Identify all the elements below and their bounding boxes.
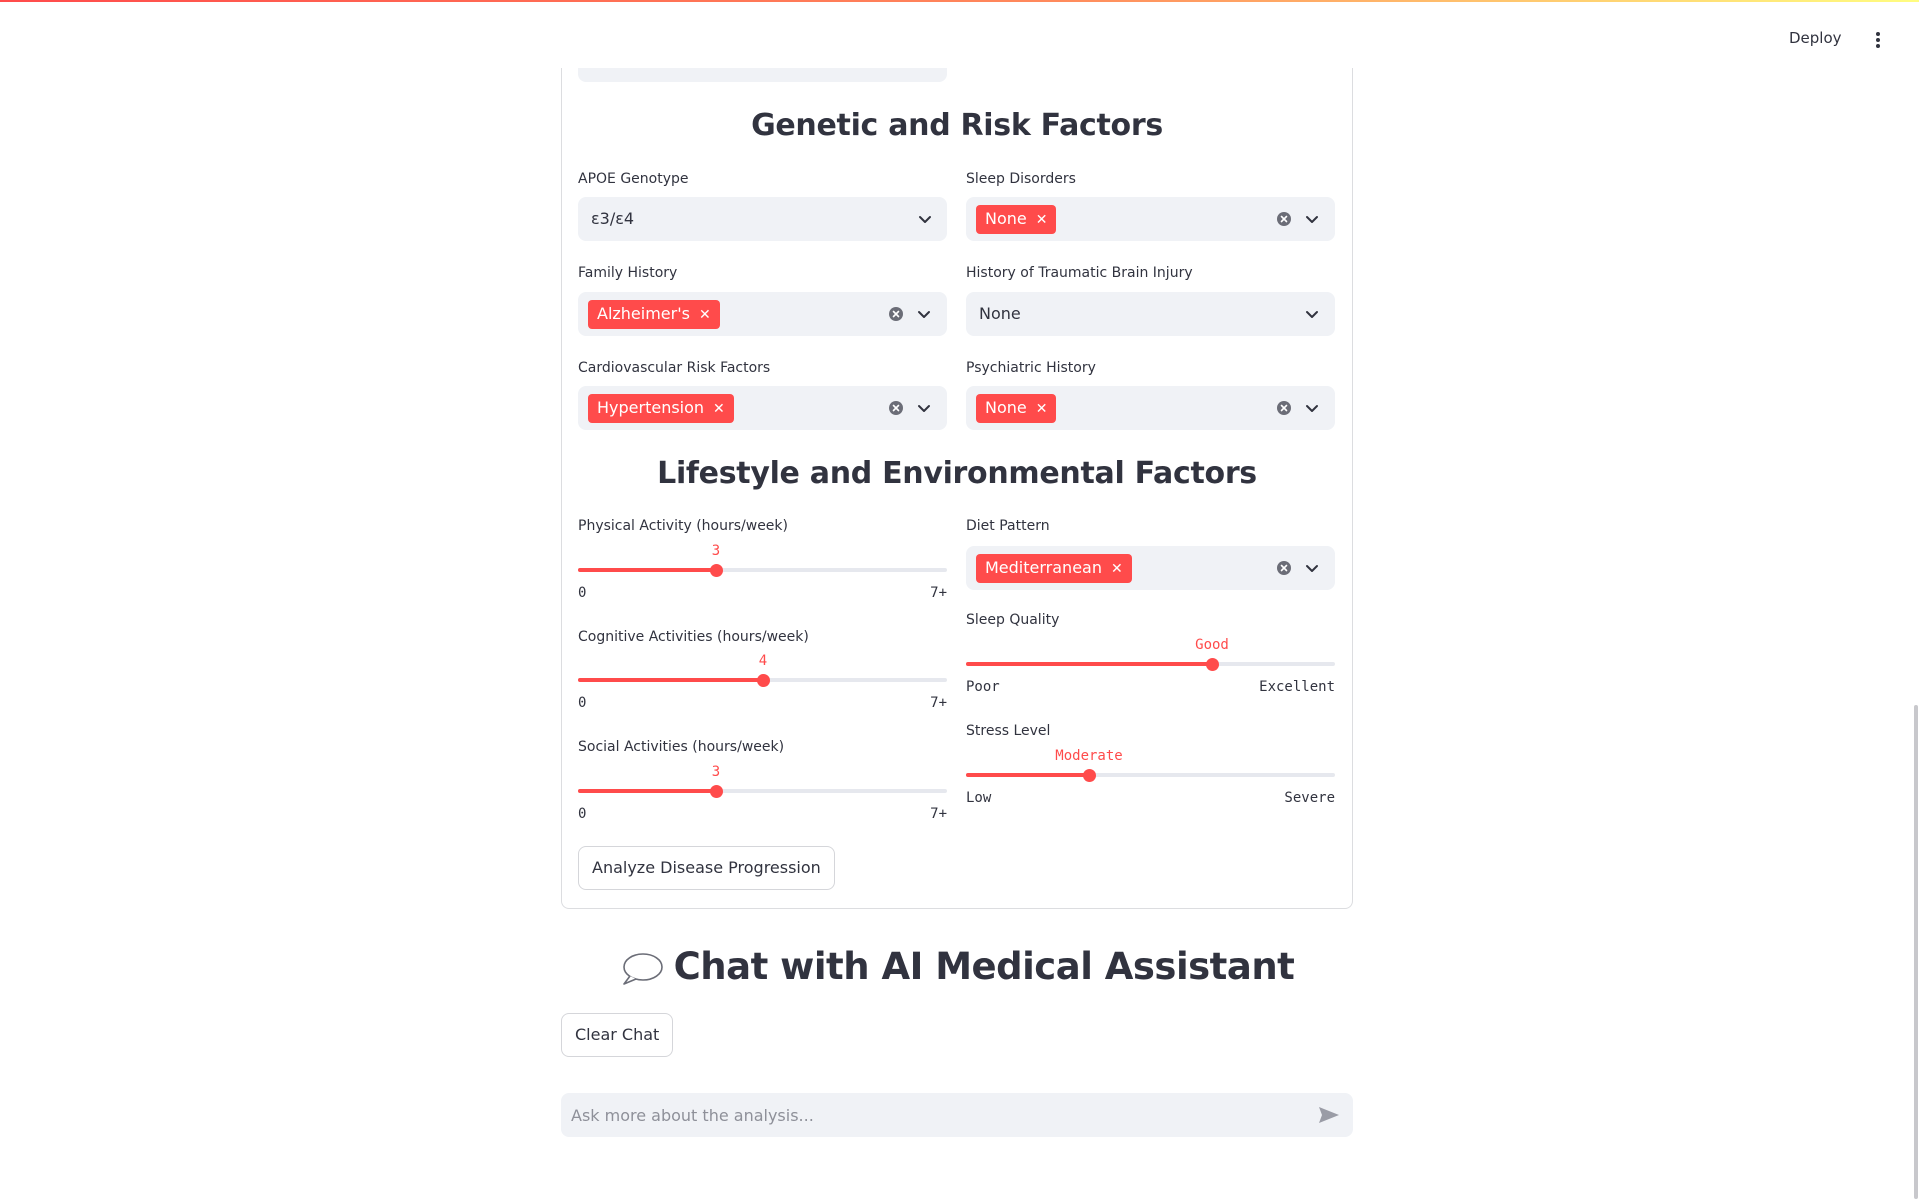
slider-max-label: Severe <box>1284 790 1335 806</box>
social-activities-label: Social Activities (hours/week) <box>578 739 785 755</box>
tag-remove-icon[interactable]: ✕ <box>713 401 725 417</box>
social-activities-slider[interactable]: 3 0 7+ <box>578 764 947 824</box>
physical-activity-label: Physical Activity (hours/week) <box>578 518 788 534</box>
cognitive-activities-label: Cognitive Activities (hours/week) <box>578 629 809 645</box>
tag-label: Mediterranean <box>985 558 1102 577</box>
slider-thumb[interactable] <box>710 785 723 798</box>
tag-label: Hypertension <box>597 398 705 417</box>
slider-fill <box>966 662 1212 666</box>
chevron-down-icon <box>918 405 930 412</box>
analyze-button[interactable]: Analyze Disease Progression <box>578 846 835 890</box>
clear-all-icon[interactable] <box>888 306 904 322</box>
tag-label: None <box>985 209 1027 228</box>
previous-field-bottom[interactable] <box>578 68 947 82</box>
family-history-multiselect[interactable]: Alzheimer's ✕ <box>578 292 947 336</box>
slider-max-label: Excellent <box>1259 679 1335 695</box>
cardio-tag[interactable]: Hypertension ✕ <box>588 394 734 423</box>
clear-all-icon[interactable] <box>1276 211 1292 227</box>
diet-pattern-label: Diet Pattern <box>966 518 1050 534</box>
tbi-select[interactable]: None <box>966 292 1335 336</box>
chevron-down-icon <box>919 216 931 223</box>
slider-min-label: Low <box>966 790 992 806</box>
lifestyle-section-title: Lifestyle and Environmental Factors <box>657 456 1257 491</box>
slider-max-label: 7+ <box>930 695 947 711</box>
chat-input[interactable] <box>561 1093 1301 1137</box>
slider-min-label: 0 <box>578 585 587 601</box>
tag-remove-icon[interactable]: ✕ <box>1111 561 1123 577</box>
clear-all-icon[interactable] <box>1276 560 1292 576</box>
apoe-select[interactable]: ε3/ε4 <box>578 197 947 241</box>
slider-thumb[interactable] <box>1206 658 1219 671</box>
slider-fill <box>578 789 716 793</box>
tag-remove-icon[interactable]: ✕ <box>1036 212 1048 228</box>
sleep-quality-slider[interactable]: Good Poor Excellent <box>966 637 1335 697</box>
chevron-down-icon <box>1306 405 1318 412</box>
scrollbar-thumb[interactable] <box>1914 705 1918 1199</box>
diet-pattern-tag[interactable]: Mediterranean ✕ <box>976 554 1132 583</box>
physical-activity-slider[interactable]: 3 0 7+ <box>578 543 947 603</box>
tag-remove-icon[interactable]: ✕ <box>699 307 711 323</box>
apoe-label: APOE Genotype <box>578 171 689 187</box>
clear-all-icon[interactable] <box>1276 400 1292 416</box>
slider-value: 3 <box>711 764 721 780</box>
chevron-down-icon <box>1306 216 1318 223</box>
apoe-value: ε3/ε4 <box>591 209 635 228</box>
slider-thumb[interactable] <box>710 564 723 577</box>
tag-remove-icon[interactable]: ✕ <box>1036 401 1048 417</box>
sleep-quality-label: Sleep Quality <box>966 612 1060 628</box>
slider-min-label: Poor <box>966 679 1000 695</box>
slider-value: Good <box>1195 637 1229 653</box>
sleep-disorders-multiselect[interactable]: None ✕ <box>966 197 1335 241</box>
clear-chat-button[interactable]: Clear Chat <box>561 1013 674 1057</box>
family-history-tag[interactable]: Alzheimer's ✕ <box>588 300 720 329</box>
slider-value: 4 <box>758 653 768 669</box>
sleep-disorders-label: Sleep Disorders <box>966 171 1076 187</box>
app-header: Deploy <box>0 2 1919 68</box>
psych-tag[interactable]: None ✕ <box>976 394 1057 423</box>
slider-value: 3 <box>711 543 721 559</box>
tag-label: None <box>985 398 1027 417</box>
stress-level-slider[interactable]: Moderate Low Severe <box>966 748 1335 808</box>
deploy-button[interactable]: Deploy <box>1789 29 1842 47</box>
genetic-section-title: Genetic and Risk Factors <box>751 108 1163 143</box>
send-icon[interactable] <box>1318 1106 1340 1124</box>
speech-bubble-icon <box>622 952 663 985</box>
cardio-multiselect[interactable]: Hypertension ✕ <box>578 386 947 430</box>
slider-min-label: 0 <box>578 695 587 711</box>
diet-pattern-multiselect[interactable]: Mediterranean ✕ <box>966 546 1335 590</box>
chat-title-text: Chat with AI Medical Assistant <box>673 945 1295 988</box>
chevron-down-icon <box>918 311 930 318</box>
slider-fill <box>966 773 1089 777</box>
chat-title: Chat with AI Medical Assistant <box>561 945 1353 988</box>
sleep-disorders-tag[interactable]: None ✕ <box>976 205 1057 234</box>
slider-min-label: 0 <box>578 806 587 822</box>
psych-label: Psychiatric History <box>966 360 1096 376</box>
chevron-down-icon <box>1306 311 1318 318</box>
slider-fill <box>578 678 763 682</box>
psych-multiselect[interactable]: None ✕ <box>966 386 1335 430</box>
chat-input-container <box>561 1093 1353 1137</box>
family-history-label: Family History <box>578 265 678 281</box>
slider-thumb[interactable] <box>1083 769 1096 782</box>
slider-max-label: 7+ <box>930 585 947 601</box>
tbi-value: None <box>979 304 1021 323</box>
slider-thumb[interactable] <box>757 674 770 687</box>
slider-max-label: 7+ <box>930 806 947 822</box>
chevron-down-icon <box>1306 565 1318 572</box>
kebab-menu-icon[interactable] <box>1870 32 1886 52</box>
cardio-label: Cardiovascular Risk Factors <box>578 360 771 376</box>
cognitive-activities-slider[interactable]: 4 0 7+ <box>578 653 947 713</box>
slider-value: Moderate <box>1055 748 1123 764</box>
tag-label: Alzheimer's <box>597 304 690 323</box>
stress-level-label: Stress Level <box>966 723 1051 739</box>
tbi-label: History of Traumatic Brain Injury <box>966 265 1193 281</box>
slider-fill <box>578 568 716 572</box>
clear-all-icon[interactable] <box>888 400 904 416</box>
